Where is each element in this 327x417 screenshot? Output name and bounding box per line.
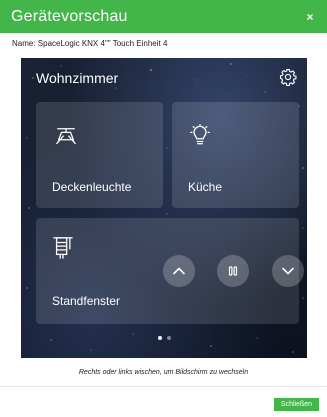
blind-down-button[interactable] — [272, 255, 304, 287]
close-button[interactable]: Schließen — [274, 398, 319, 411]
dialog-titlebar: Gerätevorschau × — [0, 0, 327, 33]
gear-icon[interactable] — [279, 68, 297, 86]
blind-icon — [53, 237, 73, 259]
page-dot[interactable] — [166, 336, 171, 340]
blind-stop-button[interactable] — [217, 255, 249, 287]
chevron-up-icon — [173, 267, 185, 275]
page-indicator — [21, 336, 307, 340]
close-icon[interactable]: × — [303, 10, 317, 24]
ceiling-lamp-icon — [56, 128, 76, 145]
chevron-down-icon — [282, 267, 294, 275]
tile-kueche[interactable]: Küche — [172, 102, 299, 208]
footer-divider — [0, 386, 327, 387]
tile-label: Deckenleuchte — [52, 180, 132, 194]
tile-label: Standfenster — [52, 294, 121, 308]
dialog-title: Gerätevorschau — [11, 7, 128, 25]
tile-label: Küche — [188, 180, 223, 194]
page-dot[interactable] — [157, 336, 162, 340]
light-bulb-icon — [190, 124, 210, 145]
device-name: Name: SpaceLogic KNX 4"" Touch Einheit 4 — [12, 39, 168, 48]
blind-up-button[interactable] — [163, 255, 195, 287]
room-title: Wohnzimmer — [36, 70, 119, 86]
device-preview-screen[interactable]: Wohnzimmer Deckenleuchte Küche Standfens… — [21, 58, 307, 358]
tile-standfenster[interactable]: Standfenster — [36, 218, 304, 324]
tile-deckenleuchte[interactable]: Deckenleuchte — [36, 102, 163, 208]
swipe-hint: Rechts oder links wischen, um Bildschirm… — [78, 369, 249, 376]
pause-icon — [228, 266, 238, 276]
